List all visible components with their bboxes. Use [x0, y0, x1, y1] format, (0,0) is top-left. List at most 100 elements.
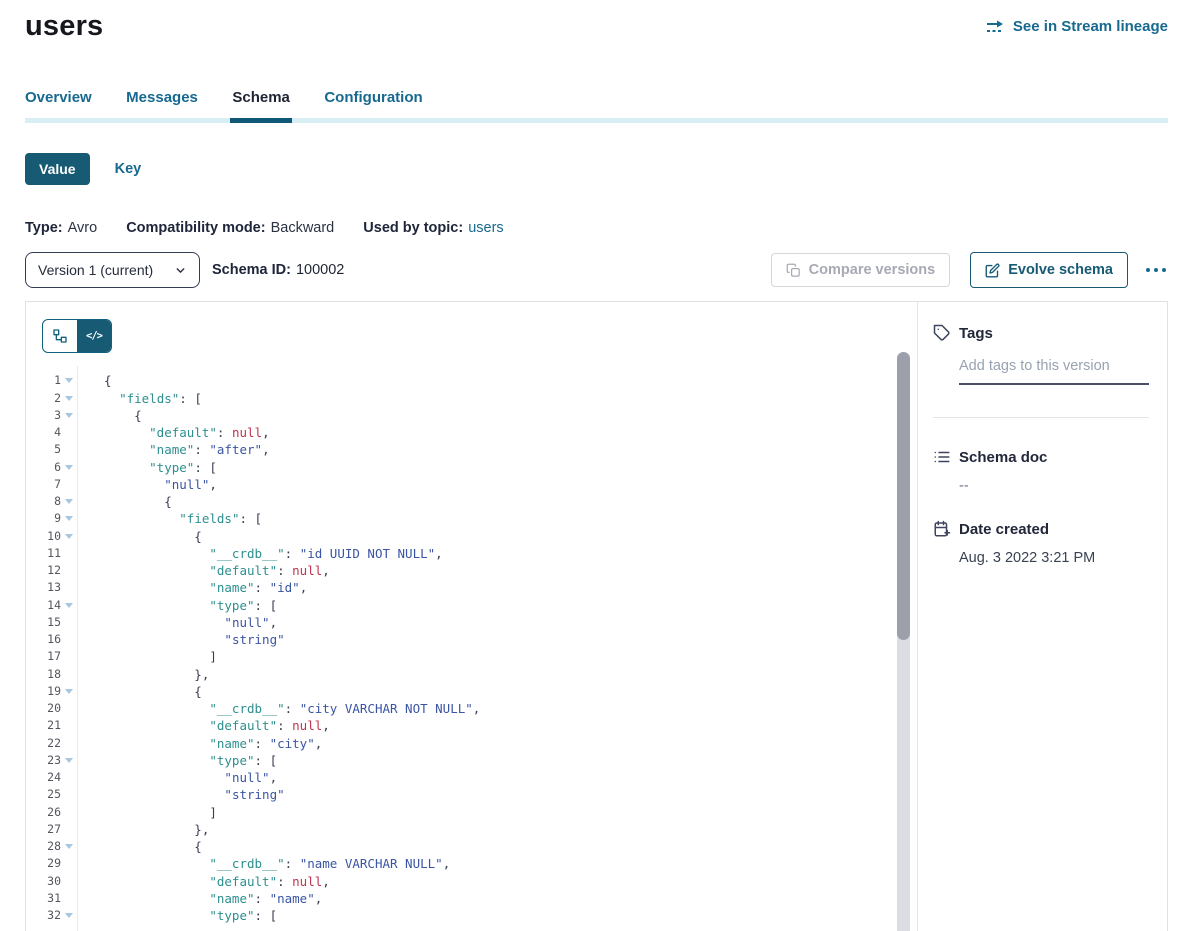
code-line: 16 "string": [26, 631, 917, 648]
caret-cell: [61, 855, 77, 872]
topic-label: Used by topic:: [363, 220, 463, 236]
collapse-caret-icon[interactable]: [65, 689, 73, 694]
tree-view-button[interactable]: [43, 320, 77, 352]
code-line: 20 "__crdb__": "city VARCHAR NOT NULL",: [26, 700, 917, 717]
list-icon: [933, 448, 951, 466]
code-line: 18 },: [26, 666, 917, 683]
value-key-toggle: Value Key: [25, 153, 1189, 185]
code-line: 29 "__crdb__": "name VARCHAR NULL",: [26, 855, 917, 872]
code-editor[interactable]: 1{2 "fields": [3 {4 "default": null,5 "n…: [26, 352, 917, 931]
schema-panel: </> 1{2 "fields": [3 {4 "default": null,…: [25, 301, 1168, 931]
code-text: },: [77, 666, 209, 683]
caret-cell: [61, 424, 77, 441]
code-text: "type": [: [77, 459, 217, 476]
line-number: 11: [26, 545, 61, 562]
line-number: 18: [26, 666, 61, 683]
code-line: 25 "string": [26, 786, 917, 803]
code-line: 17 ]: [26, 648, 917, 665]
collapse-caret-icon[interactable]: [65, 844, 73, 849]
schema-controls-row: Version 1 (current) Schema ID: 100002 Com…: [25, 252, 1168, 288]
topic-link[interactable]: users: [468, 220, 503, 236]
collapse-caret-icon[interactable]: [65, 516, 73, 521]
see-in-stream-lineage-link[interactable]: See in Stream lineage: [986, 18, 1168, 35]
code-line: 5 "name": "after",: [26, 441, 917, 458]
line-number: 21: [26, 717, 61, 734]
collapse-caret-icon[interactable]: [65, 758, 73, 763]
tab-schema[interactable]: Schema: [232, 89, 290, 118]
line-number: 13: [26, 579, 61, 596]
code-view-icon: </>: [86, 330, 102, 342]
collapse-caret-icon[interactable]: [65, 534, 73, 539]
tags-input[interactable]: [959, 358, 1149, 385]
tab-messages[interactable]: Messages: [126, 89, 198, 118]
tag-icon: [933, 324, 951, 342]
view-mode-toggle: </>: [42, 319, 112, 353]
code-text: {: [77, 407, 142, 424]
compare-versions-button[interactable]: Compare versions: [771, 253, 951, 287]
line-number: 28: [26, 838, 61, 855]
compatibility-value: Backward: [271, 220, 335, 236]
code-text: "default": null,: [77, 562, 330, 579]
line-number: 9: [26, 510, 61, 527]
code-text: "name": "after",: [77, 441, 270, 458]
line-number: 3: [26, 407, 61, 424]
code-line: 13 "name": "id",: [26, 579, 917, 596]
caret-cell: [61, 459, 77, 476]
tab-overview[interactable]: Overview: [25, 89, 92, 118]
code-view-button[interactable]: </>: [77, 320, 111, 352]
dot-icon: [1154, 268, 1158, 272]
collapse-caret-icon[interactable]: [65, 413, 73, 418]
schema-meta-row: Type:Avro Compatibility mode:Backward Us…: [25, 220, 1189, 236]
line-number: 12: [26, 562, 61, 579]
code-text: "fields": [: [77, 390, 202, 407]
value-toggle-button[interactable]: Value: [25, 153, 90, 185]
caret-cell: [61, 614, 77, 631]
code-line: 15 "null",: [26, 614, 917, 631]
caret-cell: [61, 769, 77, 786]
caret-cell: [61, 890, 77, 907]
line-number: 24: [26, 769, 61, 786]
code-text: "__crdb__": "city VARCHAR NOT NULL",: [77, 700, 480, 717]
schema-type: Type:Avro: [25, 220, 101, 236]
code-line: 21 "default": null,: [26, 717, 917, 734]
code-text: "fields": [: [77, 510, 262, 527]
line-number: 19: [26, 683, 61, 700]
tab-configuration[interactable]: Configuration: [324, 89, 422, 118]
top-bar: users See in Stream lineage: [0, 0, 1189, 43]
code-text: "name": "name",: [77, 890, 322, 907]
caret-cell: [61, 648, 77, 665]
edit-icon: [985, 263, 1000, 278]
line-number: 15: [26, 614, 61, 631]
collapse-caret-icon[interactable]: [65, 465, 73, 470]
line-number: 5: [26, 441, 61, 458]
code-text: "__crdb__": "name VARCHAR NULL",: [77, 855, 450, 872]
caret-cell: [61, 786, 77, 803]
code-text: {: [77, 838, 202, 855]
type-value: Avro: [68, 220, 98, 236]
schema-id-value: 100002: [296, 262, 344, 278]
schema-doc-title: Schema doc: [959, 449, 1047, 466]
code-line: 26 ]: [26, 804, 917, 821]
scrollbar-track[interactable]: [897, 352, 910, 931]
used-by-topic: Used by topic: users: [363, 220, 503, 236]
tree-view-icon: [52, 328, 68, 344]
collapse-caret-icon[interactable]: [65, 499, 73, 504]
code-text: "default": null,: [77, 873, 330, 890]
schema-doc-header: Schema doc: [933, 448, 1149, 466]
caret-cell: [61, 700, 77, 717]
line-number: 23: [26, 752, 61, 769]
schema-id-label: Schema ID:: [212, 262, 291, 278]
caret-cell: [61, 821, 77, 838]
more-options-button[interactable]: [1144, 262, 1168, 278]
line-number: 4: [26, 424, 61, 441]
evolve-schema-button[interactable]: Evolve schema: [970, 252, 1128, 288]
version-select[interactable]: Version 1 (current): [25, 252, 200, 288]
scrollbar-thumb[interactable]: [897, 352, 910, 640]
collapse-caret-icon[interactable]: [65, 603, 73, 608]
code-text: "null",: [77, 769, 277, 786]
code-line: 6 "type": [: [26, 459, 917, 476]
collapse-caret-icon[interactable]: [65, 396, 73, 401]
collapse-caret-icon[interactable]: [65, 378, 73, 383]
key-toggle-button[interactable]: Key: [115, 161, 142, 177]
line-number: 8: [26, 493, 61, 510]
